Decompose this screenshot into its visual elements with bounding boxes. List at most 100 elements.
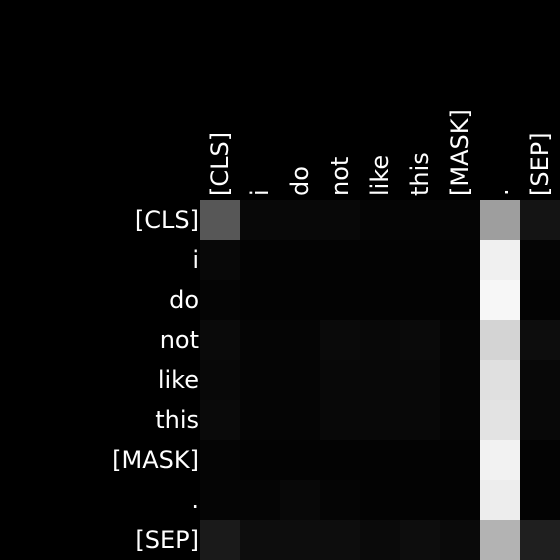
heatmap-cells [200,200,560,560]
heatmap-cell [400,200,440,240]
heatmap-cell [440,400,480,440]
heatmap-cell [440,360,480,400]
heatmap-cell [280,200,320,240]
x-tick-label: [SEP] [526,132,554,196]
heatmap-cell [320,440,360,480]
heatmap-cell [360,400,400,440]
heatmap-cell [400,280,440,320]
heatmap-cell [480,480,520,520]
heatmap-cell [440,440,480,480]
heatmap-cell [240,400,280,440]
heatmap-cell [200,400,240,440]
heatmap-cell [520,320,560,360]
x-tick-label: i [246,189,274,196]
heatmap-cell [480,240,520,280]
heatmap-cell [400,480,440,520]
x-tick-label: not [326,157,354,196]
heatmap-cell [520,520,560,560]
heatmap-cell [440,240,480,280]
heatmap-cell [480,280,520,320]
heatmap-cell [400,240,440,280]
heatmap-cell [240,360,280,400]
heatmap-cell [320,480,360,520]
heatmap-cell [280,440,320,480]
heatmap-cell [280,480,320,520]
heatmap-cell [400,440,440,480]
y-tick-label: this [155,406,199,434]
heatmap-cell [520,360,560,400]
heatmap-cell [240,200,280,240]
heatmap-cell [240,320,280,360]
heatmap-cell [320,360,360,400]
heatmap-cell [200,200,240,240]
heatmap-cell [520,400,560,440]
heatmap-cell [320,240,360,280]
heatmap-cell [400,360,440,400]
heatmap-cell [520,200,560,240]
heatmap-cell [440,280,480,320]
heatmap-cell [480,520,520,560]
heatmap-cell [400,520,440,560]
heatmap-cell [360,280,400,320]
heatmap-cell [200,480,240,520]
y-tick-label: not [160,326,199,354]
heatmap-cell [320,320,360,360]
heatmap-cell [480,400,520,440]
x-tick-label: . [486,188,514,196]
heatmap-cell [320,280,360,320]
heatmap-cell [360,360,400,400]
heatmap-cell [320,200,360,240]
heatmap-cell [360,320,400,360]
heatmap-cell [480,200,520,240]
heatmap-cell [520,280,560,320]
y-tick-label: do [169,286,199,314]
heatmap-cell [280,240,320,280]
heatmap-cell [320,400,360,440]
heatmap-cell [200,320,240,360]
heatmap-cell [520,240,560,280]
y-tick-label: [MASK] [112,446,199,474]
heatmap-cell [200,520,240,560]
heatmap-cell [480,360,520,400]
y-axis-tick-labels: [CLS] i do not like this [MASK]. [SEP] [112,206,199,554]
heatmap-cell [520,480,560,520]
heatmap-cell [240,440,280,480]
heatmap-cell [480,440,520,480]
x-axis-tick-labels: [CLS] i do not like this [MASK]. [SEP] [206,109,554,196]
x-tick-label: do [286,166,314,196]
y-tick-label: like [158,366,199,394]
heatmap-cell [280,280,320,320]
heatmap-cell [440,200,480,240]
heatmap-cell [360,520,400,560]
heatmap-cell [200,360,240,400]
heatmap-cell [440,320,480,360]
heatmap-cell [200,240,240,280]
y-tick-label: . [191,486,199,514]
x-tick-label: [CLS] [206,132,234,196]
x-tick-label: this [406,152,434,196]
heatmap-cell [240,240,280,280]
heatmap-cell [520,440,560,480]
heatmap-cell [400,320,440,360]
heatmap-cell [200,280,240,320]
heatmap-cell [240,520,280,560]
attention-heatmap: [CLS] i do not like this [MASK]. [SEP] [CLS]ido… [112,109,560,560]
heatmap-cell [280,400,320,440]
y-tick-label: [SEP] [135,526,199,554]
heatmap-cell [240,480,280,520]
heatmap-cell [200,440,240,480]
heatmap-cell [280,320,320,360]
x-tick-label: like [366,155,394,196]
heatmap-cell [320,520,360,560]
x-tick-label: [MASK] [446,109,474,196]
heatmap-cell [480,320,520,360]
heatmap-cell [240,280,280,320]
heatmap-cell [440,480,480,520]
heatmap-cell [360,440,400,480]
heatmap-cell [360,200,400,240]
heatmap-cell [360,480,400,520]
heatmap-cell [400,400,440,440]
heatmap-cell [280,360,320,400]
y-tick-label: [CLS] [135,206,199,234]
heatmap-cell [440,520,480,560]
